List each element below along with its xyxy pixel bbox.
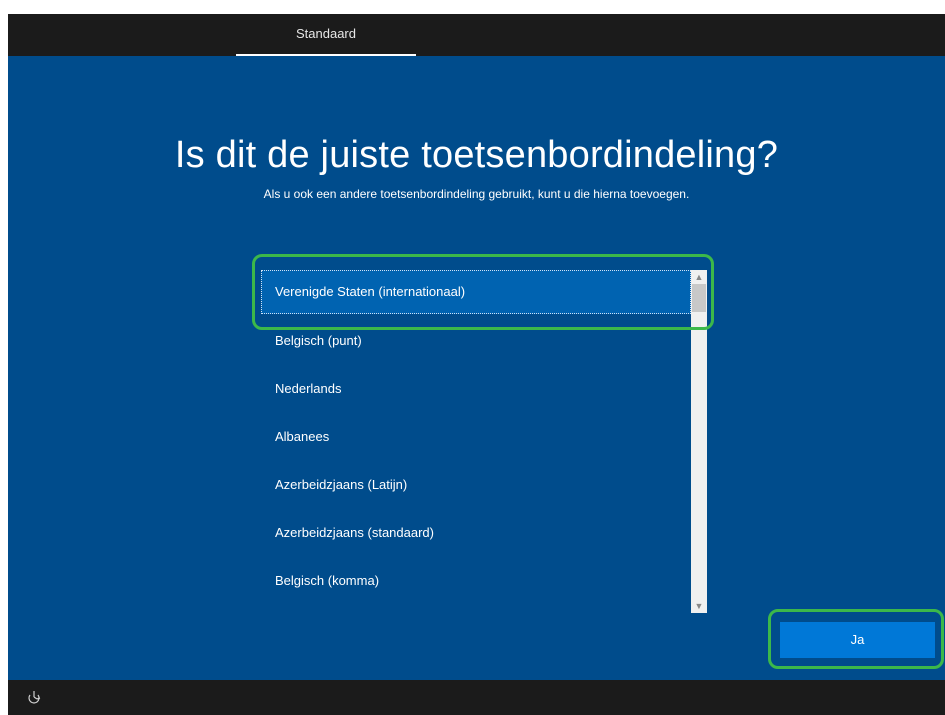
chevron-up-icon[interactable]: ▲	[691, 270, 707, 284]
page-title: Is dit de juiste toetsenbordindeling?	[174, 134, 779, 176]
top-bar: Standaard	[8, 14, 945, 56]
list-item[interactable]: Azerbeidzjaans (Latijn)	[261, 463, 691, 507]
accessibility-icon[interactable]	[26, 689, 42, 705]
list-item[interactable]: Belgisch (punt)	[261, 319, 691, 363]
list-item-selected[interactable]: Verenigde Staten (internationaal)	[261, 270, 691, 314]
page-subtitle: Als u ook een andere toetsenbordindeling…	[263, 187, 690, 201]
list-scrollbar[interactable]: ▲ ▼	[691, 270, 707, 613]
list-item[interactable]: Albanees	[261, 415, 691, 459]
list-item[interactable]: Nederlands	[261, 367, 691, 411]
chevron-down-icon[interactable]: ▼	[691, 599, 707, 613]
bottom-bar	[8, 680, 945, 715]
ja-button[interactable]: Ja	[780, 622, 935, 658]
keyboard-layout-list[interactable]: Verenigde Staten (internationaal) Belgis…	[261, 270, 707, 612]
scrollbar-thumb[interactable]	[692, 284, 706, 312]
tab-standaard[interactable]: Standaard	[236, 14, 416, 56]
list-item[interactable]: Belgisch (komma)	[261, 559, 691, 603]
main-panel: Is dit de juiste toetsenbordindeling? Al…	[8, 56, 945, 680]
setup-window: Standaard Is dit de juiste toetsenbordin…	[8, 14, 945, 715]
list-item[interactable]: Azerbeidzjaans (standaard)	[261, 511, 691, 555]
